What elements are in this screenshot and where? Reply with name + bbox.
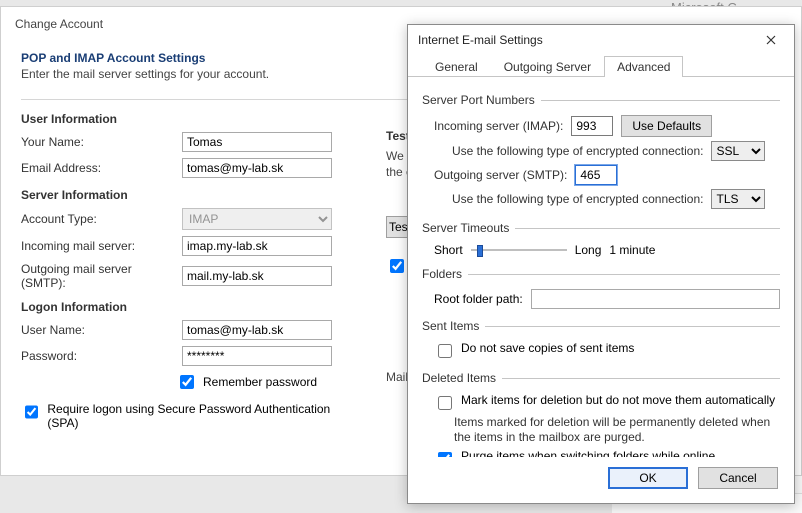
tab-bar: General Outgoing Server Advanced: [408, 55, 794, 77]
outgoing-port-field[interactable]: [575, 165, 617, 185]
email-settings-dialog: Internet E-mail Settings General Outgoin…: [407, 24, 795, 504]
tab-general[interactable]: General: [422, 56, 491, 77]
timeout-short-label: Short: [434, 243, 463, 257]
password-field[interactable]: [182, 346, 332, 366]
close-icon[interactable]: [756, 29, 786, 51]
server-port-numbers-group: Server Port Numbers Incoming server (IMA…: [422, 93, 780, 215]
sent-items-legend: Sent Items: [422, 319, 485, 333]
remember-password-checkbox[interactable]: [180, 375, 194, 389]
folders-legend: Folders: [422, 267, 468, 281]
server-port-numbers-legend: Server Port Numbers: [422, 93, 541, 107]
incoming-encryption-select[interactable]: SSL: [711, 141, 765, 161]
outgoing-encryption-select[interactable]: TLS: [711, 189, 765, 209]
username-label: User Name:: [21, 323, 176, 337]
password-label: Password:: [21, 349, 176, 363]
deleted-items-legend: Deleted Items: [422, 371, 502, 385]
purge-on-switch-label: Purge items when switching folders while…: [461, 449, 715, 457]
your-name-label: Your Name:: [21, 135, 176, 149]
tab-advanced[interactable]: Advanced: [604, 56, 683, 77]
spa-checkbox[interactable]: [25, 405, 38, 419]
root-folder-label: Root folder path:: [434, 292, 523, 306]
mark-for-deletion-checkbox[interactable]: [438, 396, 452, 410]
outgoing-server-label: Outgoing mail server (SMTP):: [21, 262, 176, 290]
root-folder-field[interactable]: [531, 289, 780, 309]
ok-button[interactable]: OK: [608, 467, 688, 489]
timeout-long-label: Long: [575, 243, 602, 257]
spa-label: Require logon using Secure Password Auth…: [47, 402, 351, 430]
cancel-button[interactable]: Cancel: [698, 467, 778, 489]
do-not-save-sent-label: Do not save copies of sent items: [461, 341, 634, 355]
outgoing-port-label: Outgoing server (SMTP):: [434, 168, 567, 182]
mark-for-deletion-label: Mark items for deletion but do not move …: [461, 393, 775, 407]
outgoing-encryption-label: Use the following type of encrypted conn…: [452, 192, 703, 206]
incoming-server-field[interactable]: [182, 236, 332, 256]
username-field[interactable]: [182, 320, 332, 340]
server-timeouts-group: Server Timeouts Short Long 1 minute: [422, 221, 780, 261]
incoming-encryption-label: Use the following type of encrypted conn…: [452, 144, 703, 158]
server-timeouts-legend: Server Timeouts: [422, 221, 515, 235]
auto-test-checkbox[interactable]: [390, 259, 404, 273]
tab-outgoing-server[interactable]: Outgoing Server: [491, 56, 604, 77]
mark-for-deletion-note: Items marked for deletion will be perman…: [454, 415, 780, 445]
do-not-save-sent-checkbox[interactable]: [438, 344, 452, 358]
account-type-label: Account Type:: [21, 212, 176, 226]
outgoing-server-field[interactable]: [182, 266, 332, 286]
incoming-port-label: Incoming server (IMAP):: [434, 119, 563, 133]
email-label: Email Address:: [21, 161, 176, 175]
timeout-slider[interactable]: [471, 243, 567, 257]
deleted-items-group: Deleted Items Mark items for deletion bu…: [422, 371, 780, 457]
dialog-title: Internet E-mail Settings: [418, 33, 543, 47]
folders-group: Folders Root folder path:: [422, 267, 780, 313]
your-name-field[interactable]: [182, 132, 332, 152]
timeout-value: 1 minute: [609, 243, 655, 257]
email-field[interactable]: [182, 158, 332, 178]
incoming-port-field[interactable]: [571, 116, 613, 136]
incoming-server-label: Incoming mail server:: [21, 239, 176, 253]
account-type-select: IMAP: [182, 208, 332, 230]
sent-items-group: Sent Items Do not save copies of sent it…: [422, 319, 780, 365]
use-defaults-button[interactable]: Use Defaults: [621, 115, 712, 137]
remember-password-label: Remember password: [203, 375, 317, 389]
